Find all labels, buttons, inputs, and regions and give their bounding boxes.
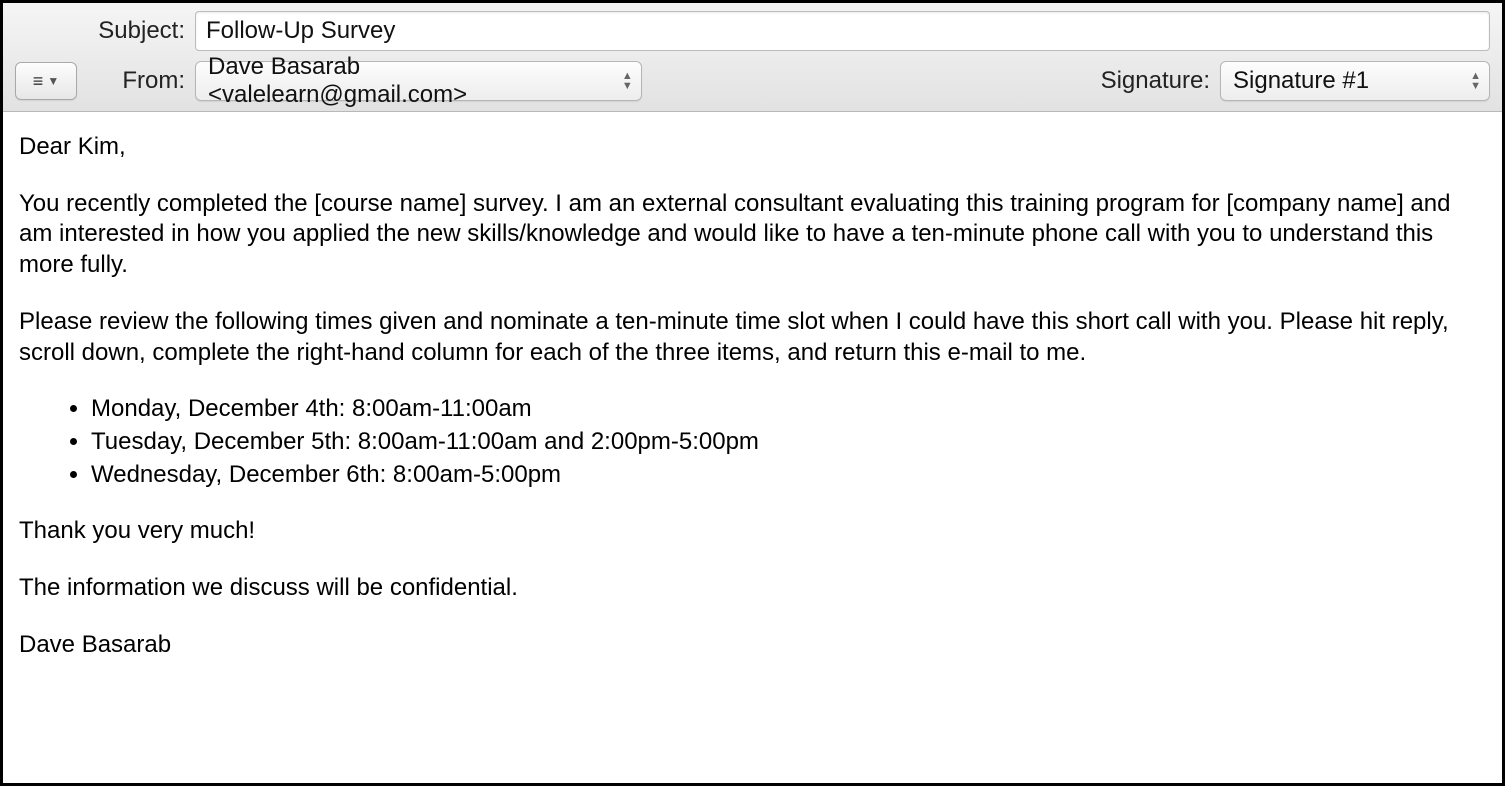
signature-value: Signature #1 — [1233, 67, 1369, 95]
body-paragraph: Please review the following times given … — [19, 307, 1486, 368]
signature-select[interactable]: Signature #1 ▲▼ — [1220, 61, 1490, 101]
message-body[interactable]: Dear Kim, You recently completed the [co… — [3, 112, 1502, 783]
compose-window: Subject: ≡ ▼ From: Dave Basarab <valelea… — [0, 0, 1505, 786]
list-item: Tuesday, December 5th: 8:00am-11:00am an… — [91, 427, 1486, 458]
compose-header: Subject: ≡ ▼ From: Dave Basarab <valelea… — [3, 3, 1502, 112]
thanks-text: Thank you very much! — [19, 516, 1486, 547]
list-item: Monday, December 4th: 8:00am-11:00am — [91, 394, 1486, 425]
stepper-icon: ▲▼ — [622, 72, 633, 90]
subject-input[interactable] — [195, 11, 1490, 51]
body-paragraph: You recently completed the [course name]… — [19, 189, 1486, 281]
hamburger-icon: ≡ — [33, 71, 44, 92]
subject-label: Subject: — [15, 17, 185, 45]
times-list: Monday, December 4th: 8:00am-11:00am Tue… — [19, 394, 1486, 490]
subject-row: Subject: — [15, 11, 1490, 51]
signature-label: Signature: — [1101, 67, 1210, 95]
from-value: Dave Basarab <valelearn@gmail.com> — [208, 53, 607, 109]
options-menu-button[interactable]: ≡ ▼ — [15, 62, 77, 100]
from-label: From: — [87, 67, 185, 95]
confidential-text: The information we discuss will be confi… — [19, 573, 1486, 604]
stepper-icon: ▲▼ — [1470, 72, 1481, 90]
greeting-text: Dear Kim, — [19, 132, 1486, 163]
from-row: ≡ ▼ From: Dave Basarab <valelearn@gmail.… — [15, 61, 1490, 101]
signoff-text: Dave Basarab — [19, 630, 1486, 661]
list-item: Wednesday, December 6th: 8:00am-5:00pm — [91, 460, 1486, 491]
from-select[interactable]: Dave Basarab <valelearn@gmail.com> ▲▼ — [195, 61, 642, 101]
chevron-down-icon: ▼ — [47, 74, 59, 88]
